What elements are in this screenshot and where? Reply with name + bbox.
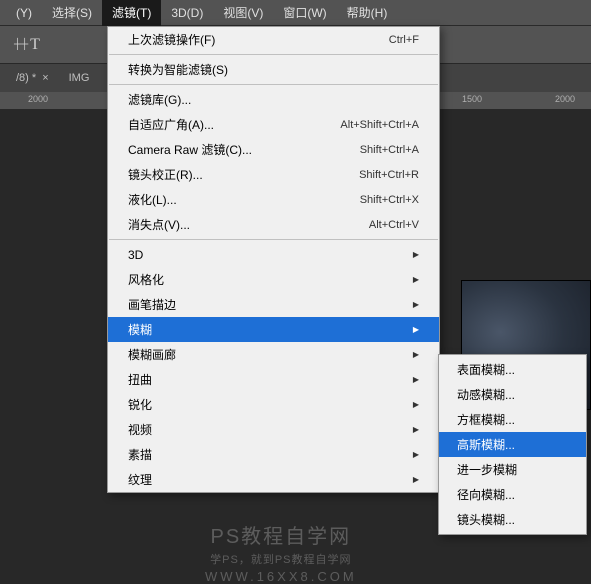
menu-liquify[interactable]: 液化(L)... Shift+Ctrl+X (108, 187, 439, 212)
ruler-mark: 2000 (28, 94, 48, 104)
menu-item-label: 上次滤镜操作(F) (128, 31, 215, 48)
tab-label: /8) * (16, 72, 36, 84)
menu-3d[interactable]: 3D(D) (161, 1, 213, 25)
menu-shortcut: Ctrl+F (389, 34, 419, 46)
menu-shortcut: Alt+Shift+Ctrl+A (340, 119, 419, 131)
menu-help[interactable]: 帮助(H) (337, 0, 398, 26)
text-tool-icon[interactable]: ┼┼T (14, 36, 40, 54)
menu-adaptive-wide-angle[interactable]: 自适应广角(A)... Alt+Shift+Ctrl+A (108, 112, 439, 137)
menu-lens-blur[interactable]: 镜头模糊... (439, 507, 586, 532)
menu-stylize[interactable]: 风格化 (108, 267, 439, 292)
menu-sharpen[interactable]: 锐化 (108, 392, 439, 417)
watermark-sub: 学PS，就到PS教程自学网 (205, 551, 357, 567)
menu-item-label: 消失点(V)... (128, 216, 190, 233)
menu-box-blur[interactable]: 方框模糊... (439, 407, 586, 432)
menu-item-label: 镜头校正(R)... (128, 166, 203, 183)
menu-3d-sub[interactable]: 3D (108, 242, 439, 267)
menu-item-label: 液化(L)... (128, 191, 177, 208)
menu-select[interactable]: 选择(S) (42, 0, 102, 26)
watermark-url: WWW.16XX8.COM (205, 569, 357, 584)
menu-brush-strokes[interactable]: 画笔描边 (108, 292, 439, 317)
menu-radial-blur[interactable]: 径向模糊... (439, 482, 586, 507)
tab-label: IMG (69, 72, 90, 84)
menu-shortcut: Shift+Ctrl+A (360, 144, 419, 156)
menu-filter-gallery[interactable]: 滤镜库(G)... (108, 87, 439, 112)
blur-submenu: 表面模糊... 动感模糊... 方框模糊... 高斯模糊... 进一步模糊 径向… (438, 354, 587, 535)
menu-item-label: 画笔描边 (128, 296, 176, 313)
menu-divider (109, 54, 438, 55)
menu-item-label: 模糊 (128, 321, 152, 338)
menu-blur[interactable]: 模糊 (108, 317, 439, 342)
menu-sketch[interactable]: 素描 (108, 442, 439, 467)
menu-item-label: 自适应广角(A)... (128, 116, 214, 133)
menu-item-label: 纹理 (128, 471, 152, 488)
menu-divider (109, 84, 438, 85)
menu-blur-gallery[interactable]: 模糊画廊 (108, 342, 439, 367)
menu-shortcut: Shift+Ctrl+X (360, 194, 419, 206)
document-tab-1[interactable]: /8) * × (6, 66, 59, 90)
menu-item-label: Camera Raw 滤镜(C)... (128, 141, 252, 158)
menu-video[interactable]: 视频 (108, 417, 439, 442)
menu-blur-more[interactable]: 进一步模糊 (439, 457, 586, 482)
menu-item-label: 滤镜库(G)... (128, 91, 191, 108)
menu-item-label: 转换为智能滤镜(S) (128, 61, 228, 78)
menu-camera-raw[interactable]: Camera Raw 滤镜(C)... Shift+Ctrl+A (108, 137, 439, 162)
menubar: (Y) 选择(S) 滤镜(T) 3D(D) 视图(V) 窗口(W) 帮助(H) (0, 0, 591, 26)
menu-item-label: 锐化 (128, 396, 152, 413)
menu-gaussian-blur[interactable]: 高斯模糊... (439, 432, 586, 457)
menu-item-label: 风格化 (128, 271, 164, 288)
ruler-mark: 2000 (555, 94, 575, 104)
close-icon[interactable]: × (42, 72, 48, 84)
menu-filter[interactable]: 滤镜(T) (102, 0, 161, 26)
menu-lens-correction[interactable]: 镜头校正(R)... Shift+Ctrl+R (108, 162, 439, 187)
menu-view[interactable]: 视图(V) (213, 0, 273, 26)
watermark-title: PS教程自学网 (205, 520, 357, 549)
menu-item-label: 模糊画廊 (128, 346, 176, 363)
menu-item-label: 3D (128, 248, 143, 262)
menu-shortcut: Shift+Ctrl+R (359, 169, 419, 181)
menu-last-filter[interactable]: 上次滤镜操作(F) Ctrl+F (108, 27, 439, 52)
watermark: PS教程自学网 学PS，就到PS教程自学网 WWW.16XX8.COM (205, 520, 357, 584)
menu-item-label: 素描 (128, 446, 152, 463)
menu-layer[interactable]: (Y) (6, 1, 42, 25)
menu-smart-filter[interactable]: 转换为智能滤镜(S) (108, 57, 439, 82)
menu-divider (109, 239, 438, 240)
menu-shortcut: Alt+Ctrl+V (369, 219, 419, 231)
menu-vanishing-point[interactable]: 消失点(V)... Alt+Ctrl+V (108, 212, 439, 237)
document-tab-2[interactable]: IMG (59, 66, 100, 90)
menu-texture[interactable]: 纹理 (108, 467, 439, 492)
menu-item-label: 扭曲 (128, 371, 152, 388)
menu-window[interactable]: 窗口(W) (273, 0, 336, 26)
menu-motion-blur[interactable]: 动感模糊... (439, 382, 586, 407)
filter-menu-dropdown: 上次滤镜操作(F) Ctrl+F 转换为智能滤镜(S) 滤镜库(G)... 自适… (107, 26, 440, 493)
ruler-mark: 1500 (462, 94, 482, 104)
menu-distort[interactable]: 扭曲 (108, 367, 439, 392)
menu-item-label: 视频 (128, 421, 152, 438)
menu-surface-blur[interactable]: 表面模糊... (439, 357, 586, 382)
